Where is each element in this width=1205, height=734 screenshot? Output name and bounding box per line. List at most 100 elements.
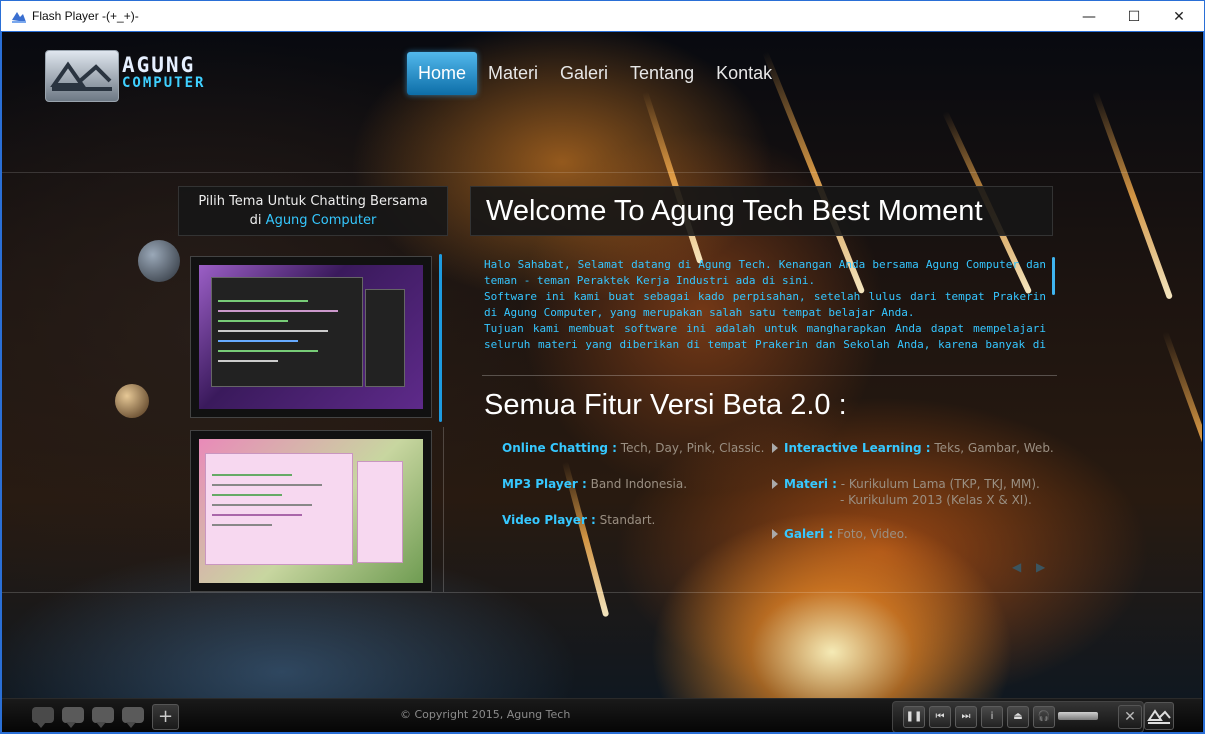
- welcome-title: Welcome To Agung Tech Best Moment: [486, 195, 983, 227]
- chat-theme-thumbnail-dark[interactable]: [190, 256, 432, 418]
- thumbnail-text-line: [218, 330, 328, 332]
- thumbnail-text-line: [218, 320, 288, 322]
- feature-value-line2: - Kurikulum 2013 (Kelas X & XI).: [840, 493, 1032, 507]
- minimize-button[interactable]: —: [1066, 1, 1112, 32]
- feature-value: Foto, Video.: [833, 527, 908, 541]
- thumbnail-text-line: [218, 340, 298, 342]
- logo-wordmark: AGUNG COMPUTER: [122, 53, 206, 92]
- thumbnail-text-line: [212, 484, 322, 486]
- theme-list-scrollbar[interactable]: [439, 254, 442, 422]
- agung-logo-badge[interactable]: [45, 50, 119, 102]
- intro-paragraph: Software ini kami buat sebagai kado perp…: [484, 290, 1046, 319]
- volume-slider[interactable]: [1058, 712, 1098, 720]
- feature-key: Galeri :: [784, 527, 834, 541]
- features-next-button[interactable]: ▶: [1036, 560, 1045, 574]
- thumbnail-text-line: [218, 360, 278, 362]
- feature-key: Interactive Learning :: [784, 441, 931, 455]
- feature-key: Video Player :: [502, 513, 596, 527]
- thumbnail-text-line: [218, 310, 338, 312]
- nav-tentang[interactable]: Tentang: [619, 52, 705, 95]
- feature-item[interactable]: Galeri : Foto, Video.: [772, 526, 908, 542]
- close-window-button[interactable]: ✕: [1156, 1, 1202, 32]
- chat-bubble-icon[interactable]: [122, 707, 144, 728]
- content-bottom-divider: [2, 592, 1202, 593]
- chat-bubble-icon[interactable]: [92, 707, 114, 728]
- thumbnail-text-line: [212, 504, 312, 506]
- meteor-streak: [642, 91, 704, 265]
- planet-decoration: [115, 384, 149, 418]
- nav-galeri[interactable]: Galeri: [549, 52, 619, 95]
- chat-bubble-icon[interactable]: [32, 707, 54, 728]
- feature-item[interactable]: Video Player : Standart.: [502, 512, 655, 528]
- chat-theme-title-line2: di Agung Computer: [179, 211, 447, 230]
- feature-item[interactable]: Materi : - Kurikulum Lama (TKP, TKJ, MM)…: [772, 476, 1040, 508]
- features-title: Semua Fitur Versi Beta 2.0 :: [484, 389, 847, 421]
- feature-key: MP3 Player :: [502, 477, 587, 491]
- nav-home[interactable]: Home: [407, 52, 478, 95]
- thumbnail-text-line: [212, 514, 302, 516]
- media-player-controls: ❚❚ ⏮ ⏭ i ⏏ 🎧: [892, 701, 1144, 733]
- nav-kontak[interactable]: Kontak: [705, 52, 783, 95]
- meteor-streak: [1162, 330, 1202, 540]
- header-divider: [2, 172, 1202, 173]
- flash-app-icon: [12, 12, 26, 23]
- feature-key: Online Chatting :: [502, 441, 617, 455]
- feature-value: Standart.: [595, 513, 656, 527]
- close-app-button[interactable]: ✕: [1118, 705, 1142, 729]
- thumbnail-chat-window: [205, 453, 353, 565]
- feature-value: Tech, Day, Pink, Classic.: [616, 441, 765, 455]
- feature-value: Teks, Gambar, Web.: [930, 441, 1054, 455]
- intro-paragraph: Halo Sahabat, Selamat datang di Agung Te…: [484, 258, 1046, 287]
- logo-mini-icon: [1147, 709, 1171, 724]
- feature-value: Band Indonesia.: [586, 477, 688, 491]
- thumbnail-text-line: [212, 524, 272, 526]
- thumbnail-text-line: [212, 494, 282, 496]
- main-nav: Home Materi Galeri Tentang Kontak: [407, 52, 783, 95]
- maximize-button[interactable]: ☐: [1111, 1, 1157, 32]
- section-divider: [482, 375, 1057, 376]
- add-chat-button[interactable]: +: [152, 704, 179, 730]
- flash-stage: AGUNG COMPUTER Home Materi Galeri Tentan…: [2, 32, 1202, 698]
- thumbnail-text-line: [218, 350, 318, 352]
- agung-logo-icon[interactable]: [1144, 702, 1174, 730]
- feature-item[interactable]: Online Chatting : Tech, Day, Pink, Class…: [502, 440, 764, 456]
- next-track-button[interactable]: ⏭: [955, 706, 977, 728]
- planet-decoration: [138, 240, 180, 282]
- logo-line1: AGUNG: [122, 53, 196, 77]
- triangle-bullet-icon: [772, 479, 778, 489]
- copyright-text: © Copyright 2015, Agung Tech: [400, 708, 571, 721]
- triangle-bullet-icon: [772, 529, 778, 539]
- thumbnail-text-line: [212, 474, 292, 476]
- previous-track-button[interactable]: ⏮: [929, 706, 951, 728]
- left-panel-divider: [443, 427, 444, 592]
- logo-icon: [50, 61, 112, 91]
- nav-materi[interactable]: Materi: [477, 52, 549, 95]
- thumbnail-userlist-window: [365, 289, 405, 387]
- headphones-icon[interactable]: 🎧: [1033, 706, 1055, 728]
- window-title: Flash Player -(+_+)-: [32, 9, 139, 23]
- thumbnail-screen: [199, 439, 423, 583]
- chat-theme-title-prefix: di: [249, 213, 266, 228]
- chat-theme-thumbnail-pink[interactable]: [190, 430, 432, 592]
- playlist-button[interactable]: ⏏: [1007, 706, 1029, 728]
- thumbnail-userlist-window: [357, 461, 403, 563]
- thumbnail-screen: [199, 265, 423, 409]
- intro-scrollbar[interactable]: [1052, 257, 1055, 295]
- window-frame-left: [0, 32, 2, 732]
- chat-theme-panel-title: Pilih Tema Untuk Chatting Bersama di Agu…: [178, 186, 448, 236]
- thumbnail-chat-window: [211, 277, 363, 387]
- feature-item[interactable]: MP3 Player : Band Indonesia.: [502, 476, 687, 492]
- logo-line2: COMPUTER: [122, 75, 206, 91]
- feature-value: - Kurikulum Lama (TKP, TKJ, MM).: [836, 477, 1040, 491]
- intro-paragraph: Tujuan kami membuat software ini adalah …: [484, 322, 1046, 351]
- info-button[interactable]: i: [981, 706, 1003, 728]
- chat-bubble-icon[interactable]: [62, 707, 84, 728]
- thumbnail-text-line: [218, 300, 308, 302]
- welcome-intro-text: Halo Sahabat, Selamat datang di Agung Te…: [484, 257, 1046, 353]
- feature-key: Materi :: [784, 477, 837, 491]
- feature-item[interactable]: Interactive Learning : Teks, Gambar, Web…: [772, 440, 1054, 456]
- bottom-toolbar: + © Copyright 2015, Agung Tech ❚❚ ⏮ ⏭ i …: [2, 698, 1202, 733]
- features-prev-button[interactable]: ◀: [1012, 560, 1021, 574]
- window-titlebar[interactable]: Flash Player -(+_+)- — ☐ ✕: [0, 0, 1205, 32]
- pause-button[interactable]: ❚❚: [903, 706, 925, 728]
